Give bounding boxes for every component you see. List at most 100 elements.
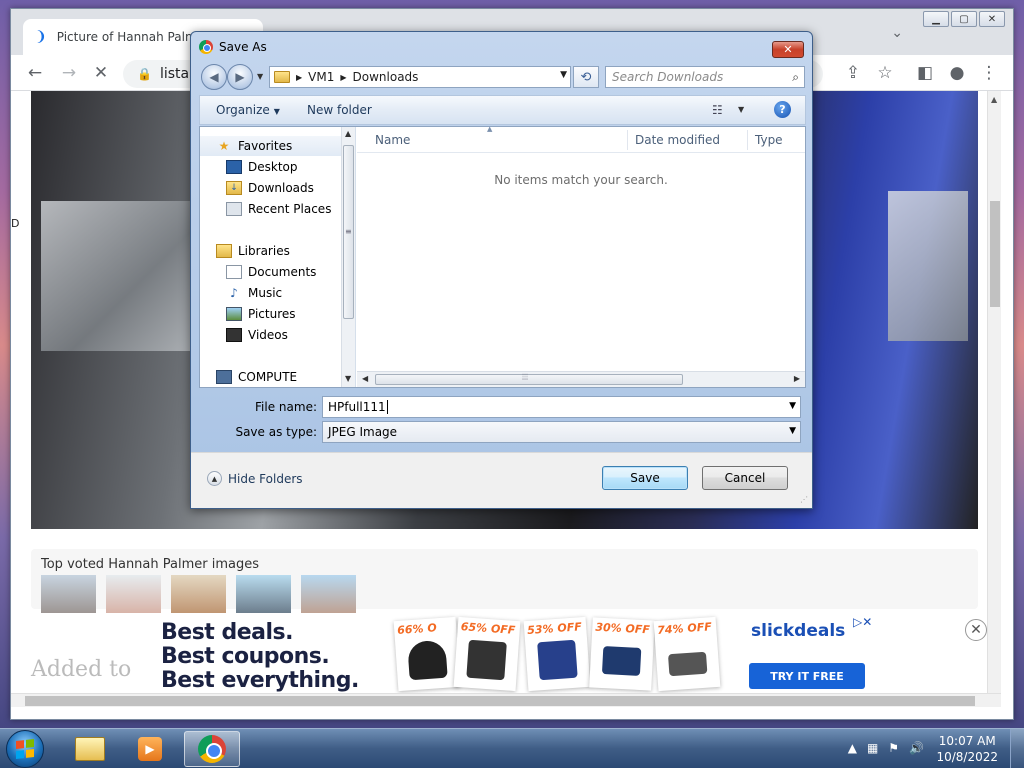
grill-icon xyxy=(466,639,507,681)
nav-libraries[interactable]: Libraries xyxy=(200,241,342,261)
side-panel-icon[interactable]: ◧ xyxy=(913,61,937,85)
organize-button[interactable]: Organize ▼ xyxy=(216,103,280,117)
deal-card: 53% OFF xyxy=(523,616,591,692)
views-dropdown-icon[interactable]: ▼ xyxy=(738,105,744,114)
save-as-type-value: JPEG Image xyxy=(328,425,398,439)
breadcrumb-separator-icon[interactable]: ▶ xyxy=(340,73,346,82)
nav-item-music[interactable]: ♪ Music xyxy=(200,283,342,303)
back-arrow-icon[interactable]: ← xyxy=(23,61,47,85)
nav-item-label: Recent Places xyxy=(248,202,332,216)
column-divider[interactable] xyxy=(627,130,628,150)
nav-item-recent-places[interactable]: Recent Places xyxy=(200,199,342,219)
close-ad-button[interactable]: ✕ xyxy=(965,619,987,641)
hide-folders-button[interactable]: ▲ Hide Folders xyxy=(207,471,303,486)
page-vertical-scrollbar[interactable]: ▲ ▼ xyxy=(987,91,1001,707)
help-icon[interactable]: ? xyxy=(774,101,791,118)
back-arrow-icon[interactable]: ◀ xyxy=(201,64,227,90)
scroll-up-arrow-icon[interactable]: ▲ xyxy=(991,95,997,104)
action-center-flag-icon[interactable]: ⚑ xyxy=(888,741,899,755)
videos-icon xyxy=(226,328,242,342)
column-type[interactable]: Type xyxy=(755,133,783,147)
profile-avatar-icon[interactable]: ● xyxy=(945,61,969,85)
try-it-free-button[interactable]: TRY IT FREE xyxy=(749,663,865,689)
nav-computer-label: COMPUTE xyxy=(238,370,298,384)
nav-computer[interactable]: COMPUTE xyxy=(200,367,342,387)
share-icon[interactable]: ⇪ xyxy=(841,61,865,85)
start-button[interactable] xyxy=(6,730,44,768)
file-name-label: File name: xyxy=(255,400,317,414)
file-list-horizontal-scrollbar[interactable]: ◀ ⦙⦙⦙ ▶ xyxy=(357,371,805,387)
computer-icon xyxy=(216,370,232,384)
recent-locations-dropdown-icon[interactable]: ▼ xyxy=(257,72,263,81)
save-button[interactable]: Save xyxy=(602,466,688,490)
nav-item-label: Pictures xyxy=(248,307,296,321)
stop-loading-icon[interactable]: ✕ xyxy=(89,61,113,85)
scrollbar-thumb[interactable] xyxy=(375,374,683,385)
search-input[interactable]: Search Downloads ⌕ xyxy=(605,66,805,88)
volume-icon[interactable]: 🔊 xyxy=(909,741,924,755)
nav-item-pictures[interactable]: Pictures xyxy=(200,304,342,324)
tab-search-chevron-icon[interactable]: ⌄ xyxy=(891,25,903,41)
minimize-button[interactable]: ▁ xyxy=(923,11,949,27)
nav-item-downloads[interactable]: ↓ Downloads xyxy=(200,178,342,198)
address-dropdown-icon[interactable]: ▼ xyxy=(560,70,567,80)
page-horizontal-scrollbar[interactable] xyxy=(11,693,1001,707)
forward-arrow-icon[interactable]: → xyxy=(57,61,81,85)
resize-grip-icon[interactable]: ⋰ xyxy=(800,495,808,504)
close-window-button[interactable]: ✕ xyxy=(979,11,1005,27)
breadcrumb-item[interactable]: VM1 xyxy=(308,70,334,84)
taskbar-explorer[interactable] xyxy=(62,731,118,767)
save-as-type-dropdown-icon[interactable]: ▼ xyxy=(789,426,796,436)
ad-choices-icon[interactable]: ▷✕ xyxy=(853,615,872,629)
ad-headline: Best deals. Best coupons. Best everythin… xyxy=(161,621,359,693)
nav-favorites[interactable]: ★ Favorites xyxy=(200,136,342,156)
taskbar-chrome[interactable] xyxy=(184,731,240,767)
new-folder-button[interactable]: New folder xyxy=(307,103,372,117)
taskbar: ▶ ▲ ▦ ⚑ 🔊 10:07 AM 10/8/2022 xyxy=(0,728,1024,768)
show-desktop-button[interactable] xyxy=(1010,729,1024,768)
bookmark-star-icon[interactable]: ☆ xyxy=(873,61,897,85)
maximize-button[interactable]: ▢ xyxy=(951,11,977,27)
menu-kebab-icon[interactable]: ⋮ xyxy=(977,61,1001,85)
network-icon[interactable]: ▦ xyxy=(867,741,878,755)
file-name-value: HPfull111 xyxy=(328,400,386,414)
deal-percent: 30% OFF xyxy=(595,620,651,637)
taskbar-media-player[interactable]: ▶ xyxy=(122,731,178,767)
folder-icon xyxy=(274,71,290,83)
scrollbar-thumb[interactable] xyxy=(990,201,1000,307)
scroll-right-arrow-icon[interactable]: ▶ xyxy=(794,374,800,383)
tab-favicon-icon: ❩ xyxy=(35,29,47,45)
file-list-pane: ▲ Name Date modified Type No items match… xyxy=(357,125,805,387)
system-clock[interactable]: 10:07 AM 10/8/2022 xyxy=(936,733,998,765)
nav-item-videos[interactable]: Videos xyxy=(200,325,342,345)
dialog-address-bar[interactable]: ▶ VM1 ▶ Downloads ▼ xyxy=(269,66,571,88)
nav-item-label: Desktop xyxy=(248,160,298,174)
show-hidden-icons-icon[interactable]: ▲ xyxy=(848,741,857,755)
file-name-dropdown-icon[interactable]: ▼ xyxy=(789,401,796,411)
nav-item-documents[interactable]: Documents xyxy=(200,262,342,282)
save-as-type-select[interactable]: JPEG Image ▼ xyxy=(322,421,801,443)
column-date-modified[interactable]: Date modified xyxy=(635,133,720,147)
breadcrumb-item[interactable]: Downloads xyxy=(353,70,419,84)
views-icon[interactable]: ☷ xyxy=(712,103,723,117)
breadcrumb-separator-icon[interactable]: ▶ xyxy=(296,73,302,82)
dialog-close-button[interactable]: ✕ xyxy=(772,41,804,58)
cancel-button[interactable]: Cancel xyxy=(702,466,788,490)
scroll-down-arrow-icon[interactable]: ▼ xyxy=(345,374,351,383)
ad-creative[interactable]: Best deals. Best coupons. Best everythin… xyxy=(151,613,872,693)
refresh-button[interactable]: ⟲ xyxy=(573,66,599,88)
deal-card: 30% OFF xyxy=(589,617,655,691)
scroll-left-arrow-icon[interactable]: ◀ xyxy=(362,374,368,383)
forward-arrow-icon[interactable]: ▶ xyxy=(227,64,253,90)
scroll-up-arrow-icon[interactable]: ▲ xyxy=(345,129,351,138)
patio-set-icon xyxy=(667,651,708,677)
nav-item-desktop[interactable]: Desktop xyxy=(200,157,342,177)
column-divider[interactable] xyxy=(747,130,748,150)
scrollbar-thumb[interactable] xyxy=(25,696,975,706)
ad-line-3: Best everything. xyxy=(161,668,359,693)
file-name-field[interactable]: HPfull111 ▼ xyxy=(322,396,801,418)
column-name[interactable]: Name xyxy=(375,133,410,147)
search-icon[interactable]: ⌕ xyxy=(792,70,799,85)
nav-pane-scrollbar[interactable]: ▲ ≡ ▼ xyxy=(341,127,355,387)
navigation-pane: ★ Favorites Desktop ↓ Downloads Recent P… xyxy=(200,127,356,387)
